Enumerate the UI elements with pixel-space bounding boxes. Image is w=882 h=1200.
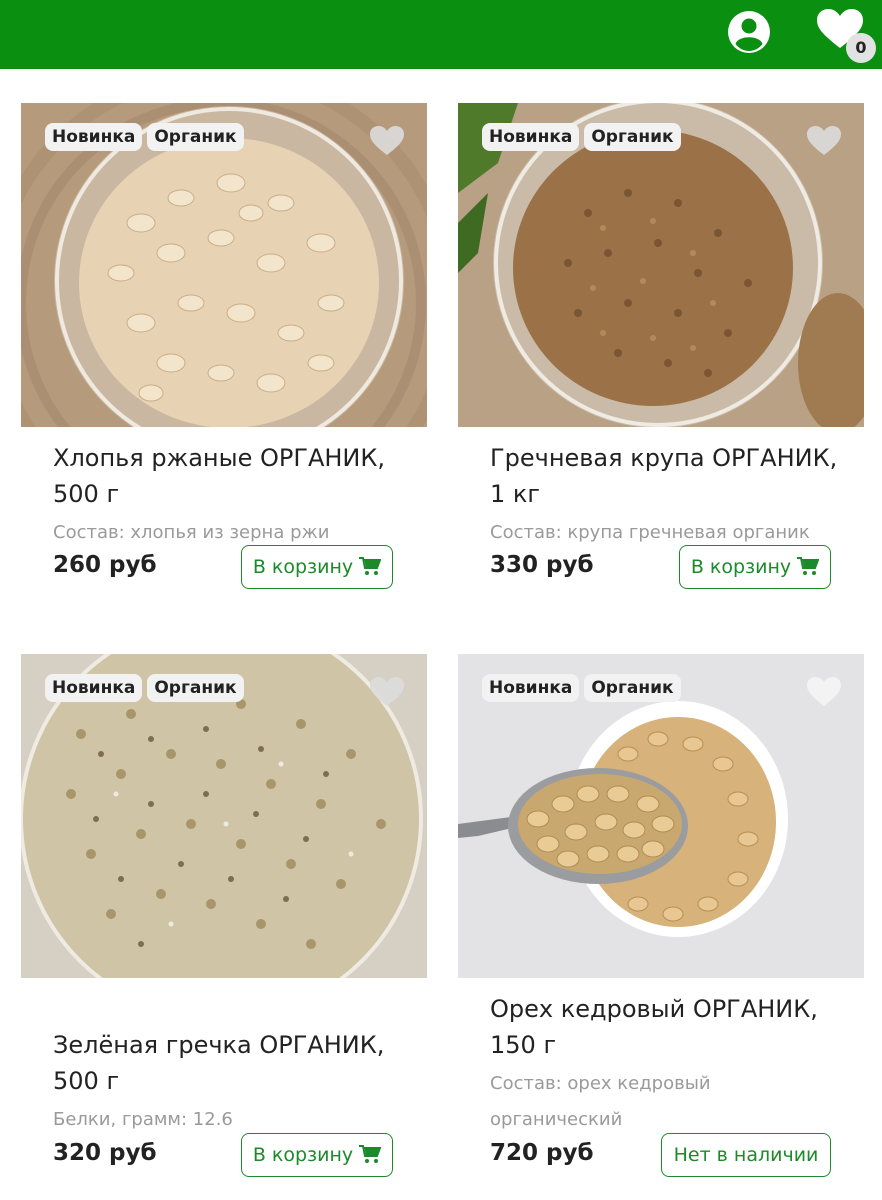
tag-organic: Органик <box>147 674 244 702</box>
product-title[interactable]: Хлопья ржаные ОРГАНИК, 500 г <box>53 440 403 512</box>
product-image-pine-nuts[interactable]: Новинка Органик <box>458 654 864 978</box>
tag-new: Новинка <box>482 674 580 702</box>
product-price: 260 руб <box>53 552 157 578</box>
tag-organic: Органик <box>584 123 681 151</box>
product-card: Новинка Органик Зелёная гречка ОРГАНИК, … <box>21 654 427 1184</box>
product-image-buckwheat[interactable]: Новинка Органик <box>458 103 864 427</box>
product-image-green-buckwheat[interactable]: Новинка Органик <box>21 654 427 978</box>
cart-icon <box>359 557 382 575</box>
add-to-cart-button[interactable]: В корзину <box>241 545 393 589</box>
product-title[interactable]: Гречневая крупа ОРГАНИК, 1 кг <box>490 440 840 512</box>
product-title[interactable]: Орех кедровый ОРГАНИК, 150 г <box>490 991 840 1063</box>
product-price: 720 руб <box>490 1140 594 1166</box>
add-to-cart-button[interactable]: В корзину <box>241 1133 393 1177</box>
top-bar: 0 <box>0 0 882 69</box>
product-price: 330 руб <box>490 552 594 578</box>
favorite-heart-icon[interactable] <box>806 676 842 708</box>
product-image-rye-flakes[interactable]: Новинка Органик <box>21 103 427 427</box>
favorites-button[interactable]: 0 <box>816 8 876 64</box>
product-price: 320 руб <box>53 1140 157 1166</box>
tag-organic: Органик <box>147 123 244 151</box>
product-card: Новинка Органик Гречневая крупа ОРГАНИК,… <box>458 103 864 603</box>
tag-new: Новинка <box>45 123 143 151</box>
cart-icon <box>359 1145 382 1163</box>
favorite-heart-icon[interactable] <box>806 125 842 157</box>
tag-organic: Органик <box>584 674 681 702</box>
cart-icon <box>797 557 820 575</box>
tag-new: Новинка <box>482 123 580 151</box>
favorite-heart-icon[interactable] <box>369 676 405 708</box>
favorite-heart-icon[interactable] <box>369 125 405 157</box>
product-card: Новинка Органик Орех кедровый ОРГАНИК, 1… <box>458 654 864 1184</box>
product-card: Новинка Органик Хлопья ржаные ОРГАНИК, 5… <box>21 103 427 603</box>
tag-new: Новинка <box>45 674 143 702</box>
profile-icon[interactable] <box>726 9 772 55</box>
add-to-cart-button[interactable]: В корзину <box>679 545 831 589</box>
product-description: Состав: орех кедровый органический <box>490 1073 711 1130</box>
out-of-stock-button[interactable]: Нет в наличии <box>661 1133 831 1177</box>
favorites-count-badge: 0 <box>846 33 876 63</box>
product-title[interactable]: Зелёная гречка ОРГАНИК, 500 г <box>53 1027 403 1099</box>
